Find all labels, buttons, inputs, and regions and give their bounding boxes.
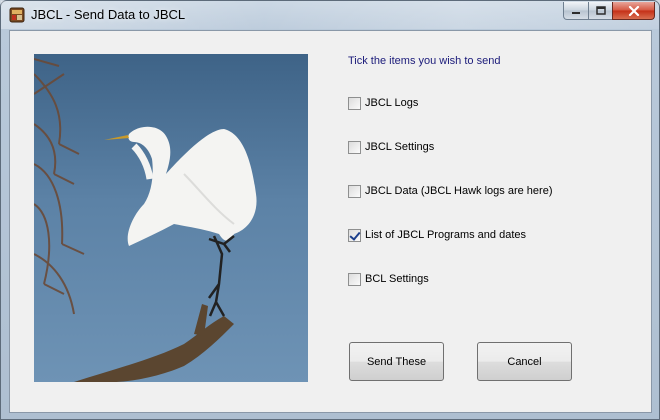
- option-label: JBCL Logs: [365, 97, 419, 109]
- close-button[interactable]: [612, 2, 655, 20]
- maximize-icon: [595, 6, 606, 15]
- jbcl-settings-checkbox[interactable]: [348, 140, 361, 154]
- option-jbcl-logs[interactable]: JBCL Logs: [348, 95, 418, 111]
- cancel-button[interactable]: Cancel: [477, 342, 572, 381]
- egret-photo: [34, 54, 308, 382]
- close-icon: [628, 5, 639, 16]
- option-jbcl-programs[interactable]: List of JBCL Programs and dates: [348, 227, 526, 243]
- window-title: JBCL - Send Data to JBCL: [31, 7, 186, 22]
- jbcl-data-checkbox[interactable]: [348, 184, 361, 198]
- maximize-button[interactable]: [588, 2, 613, 20]
- option-jbcl-data[interactable]: JBCL Data (JBCL Hawk logs are here): [348, 183, 552, 199]
- option-label: List of JBCL Programs and dates: [365, 229, 527, 241]
- option-label: JBCL Settings: [365, 141, 435, 153]
- option-bcl-settings[interactable]: BCL Settings: [348, 271, 429, 287]
- send-these-button[interactable]: Send These: [349, 342, 444, 381]
- jbcl-programs-checkbox[interactable]: [348, 228, 361, 242]
- option-jbcl-settings[interactable]: JBCL Settings: [348, 139, 434, 155]
- minimize-button[interactable]: [563, 2, 589, 20]
- jbcl-app-icon: [9, 7, 25, 23]
- option-label: BCL Settings: [365, 273, 429, 285]
- option-label: JBCL Data (JBCL Hawk logs are here): [365, 185, 553, 197]
- dialog-window: JBCL - Send Data to JBCL Tick the items …: [0, 0, 660, 420]
- jbcl-logs-checkbox[interactable]: [348, 96, 361, 110]
- title-bar[interactable]: JBCL - Send Data to JBCL: [1, 1, 659, 29]
- minimize-icon: [572, 11, 580, 14]
- bcl-settings-checkbox[interactable]: [348, 272, 361, 286]
- instruction-label: Tick the items you wish to send: [348, 55, 501, 67]
- dialog-client-area: Tick the items you wish to send JBCL Log…: [9, 30, 652, 413]
